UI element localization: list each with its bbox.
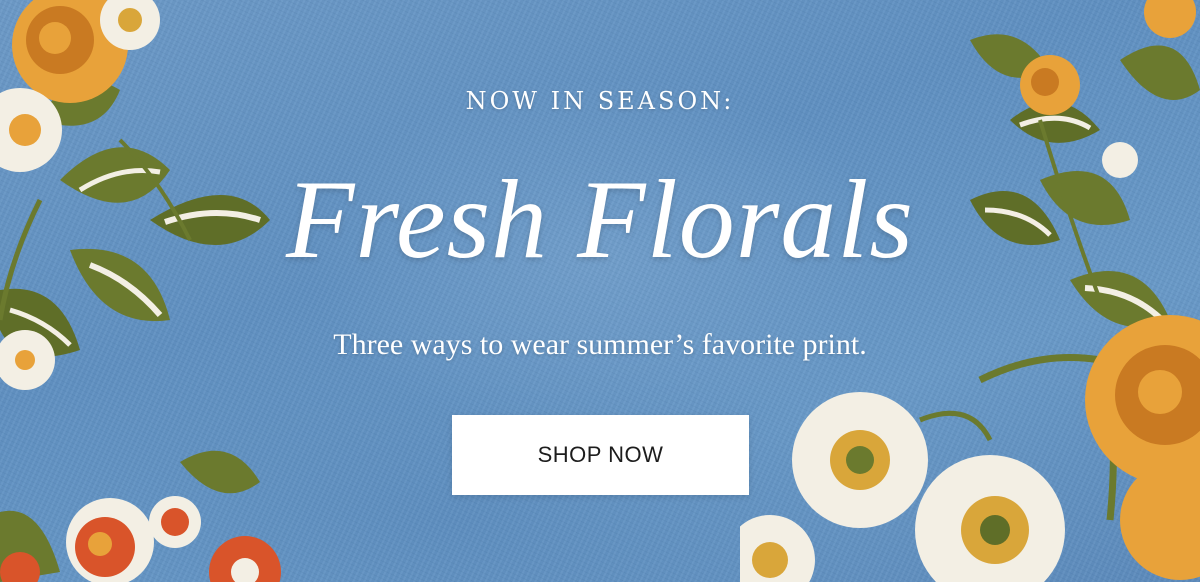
headline: Fresh Florals bbox=[286, 158, 914, 282]
banner-content: NOW IN SEASON: Fresh Florals Three ways … bbox=[0, 0, 1200, 582]
shop-now-button[interactable]: SHOP NOW bbox=[452, 415, 749, 495]
hero-banner[interactable]: NOW IN SEASON: Fresh Florals Three ways … bbox=[0, 0, 1200, 582]
subheadline: Three ways to wear summer’s favorite pri… bbox=[333, 328, 867, 361]
eyebrow-text: NOW IN SEASON: bbox=[465, 87, 735, 115]
